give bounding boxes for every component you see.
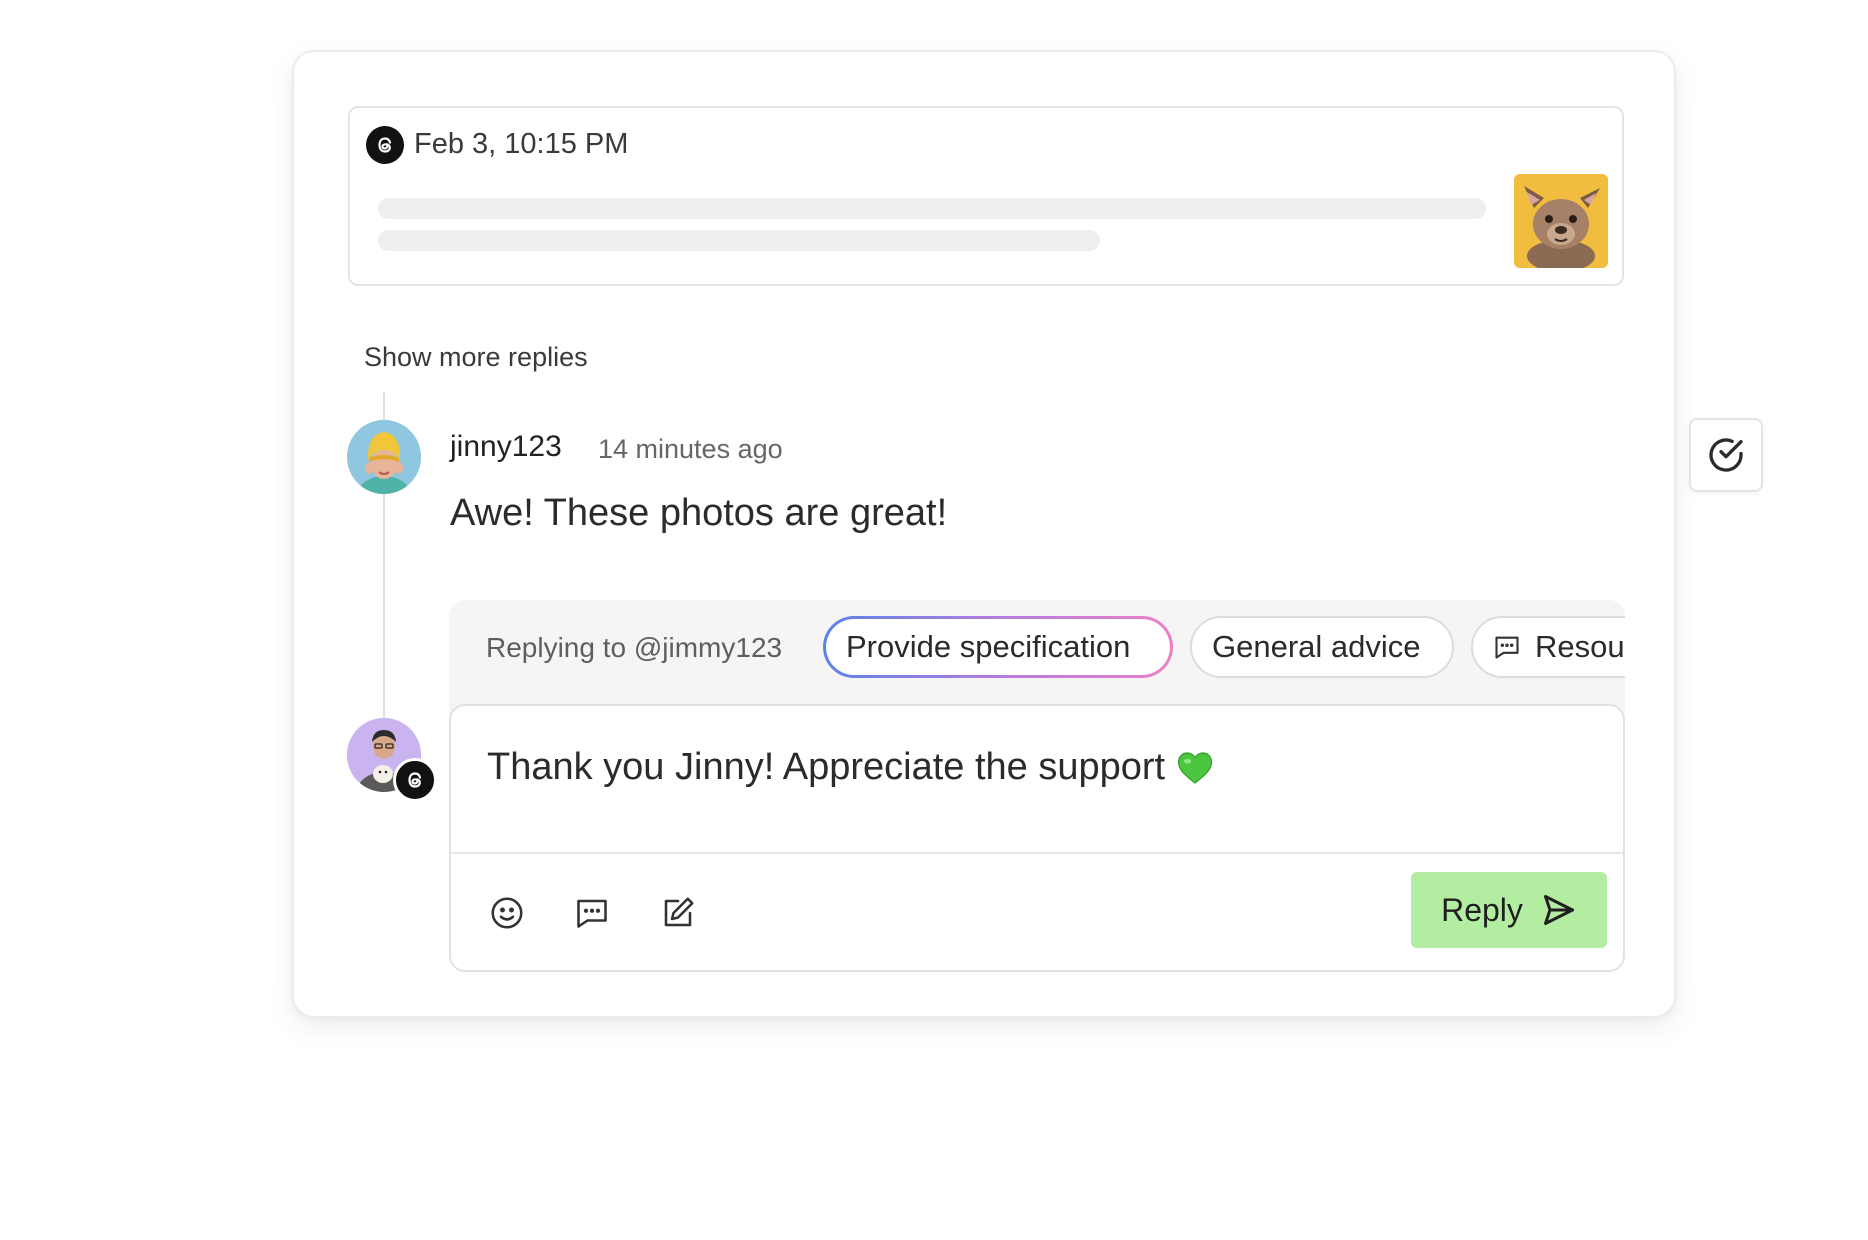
replying-to-label: Replying to @jimmy123 <box>486 632 783 663</box>
edit-button[interactable] <box>656 891 700 935</box>
reply-card: Feb 3, 10:15 PM Show more replies jinny1… <box>292 50 1676 1018</box>
avatar[interactable] <box>347 420 421 494</box>
message-button[interactable] <box>570 891 614 935</box>
composer-divider <box>451 852 1623 854</box>
message-icon <box>1495 636 1519 659</box>
check-circle-icon <box>1709 438 1743 472</box>
comment-text: Awe! These photos are great! <box>450 492 948 534</box>
post-date: Feb 3, 10:15 PM <box>414 128 629 160</box>
edit-icon <box>664 897 694 927</box>
show-more-replies-link[interactable]: Show more replies <box>364 342 588 373</box>
threads-icon <box>366 126 404 164</box>
suggestion-chip-resources[interactable]: Resources <box>1471 616 1625 678</box>
suggestion-chip-general-advice[interactable]: General advice <box>1190 616 1454 678</box>
chip-label: Provide specification <box>846 629 1131 664</box>
message-icon <box>577 899 607 928</box>
emoji-button[interactable] <box>485 891 529 935</box>
post-text-placeholder <box>378 198 1486 219</box>
chip-label: Resources <box>1535 629 1625 664</box>
emoji-icon <box>491 897 523 929</box>
post-thumbnail[interactable] <box>1514 174 1608 268</box>
send-icon <box>1543 895 1574 925</box>
suggestion-chip-provide-specification[interactable]: Provide specification <box>823 616 1173 678</box>
green-heart-icon <box>1177 751 1213 784</box>
reply-button[interactable]: Reply <box>1411 872 1607 948</box>
reply-composer: Replying to @jimmy123 Provide specificat… <box>449 600 1625 972</box>
original-post: Feb 3, 10:15 PM <box>348 106 1624 286</box>
comment-timestamp: 14 minutes ago <box>598 434 783 464</box>
mark-done-button[interactable] <box>1689 418 1763 492</box>
reply-input[interactable]: Thank you Jinny! Appreciate the support … <box>449 704 1625 972</box>
reply-button-label: Reply <box>1441 891 1523 928</box>
post-text-placeholder <box>378 230 1100 251</box>
threads-icon <box>393 758 437 802</box>
chip-label: General advice <box>1212 629 1421 664</box>
comment-username[interactable]: jinny123 <box>450 430 562 464</box>
reply-input-text: Thank you Jinny! Appreciate the support <box>487 746 1166 788</box>
reply-input-value[interactable]: Thank you Jinny! Appreciate the support … <box>487 746 1213 789</box>
